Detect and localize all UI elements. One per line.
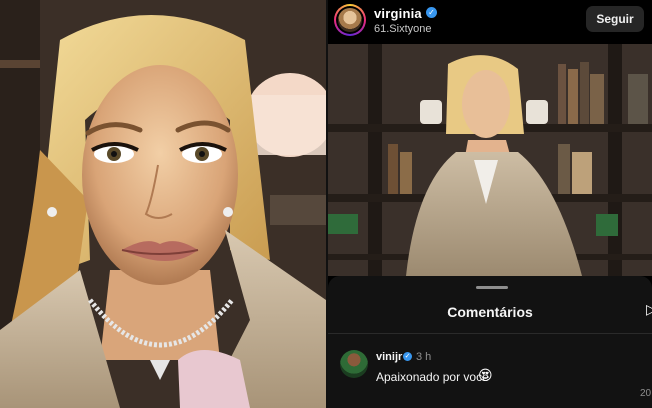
- avatar: [338, 8, 362, 32]
- comment-verified-badge-icon: ✓: [403, 352, 412, 361]
- left-portrait-photo: [0, 0, 326, 408]
- avatar-frame: [336, 6, 364, 34]
- post-username[interactable]: virginia: [374, 6, 422, 21]
- comment-username[interactable]: vinijr: [376, 351, 402, 363]
- story-ring-avatar-icon[interactable]: [334, 4, 366, 36]
- post-subtitle[interactable]: 61.Sixtyone: [374, 23, 431, 35]
- comment-emoji: 😍: [478, 367, 493, 383]
- comment-avatar[interactable]: [340, 350, 368, 378]
- comments-title: Comentários: [447, 304, 533, 320]
- verified-badge-icon: ✓: [426, 7, 437, 18]
- portrait-illustration: [0, 0, 326, 408]
- post-photo-illustration: [328, 44, 652, 276]
- drag-handle[interactable]: [476, 286, 508, 289]
- corner-count: 20: [640, 388, 652, 399]
- comment-text: Apaixonado por você: [376, 370, 489, 384]
- post-header: virginia ✓ 61.Sixtyone Seguir: [328, 0, 652, 44]
- instagram-post-panel: virginia ✓ 61.Sixtyone Seguir Comentário…: [328, 0, 652, 408]
- post-image[interactable]: [328, 44, 652, 276]
- follow-button[interactable]: Seguir: [586, 6, 644, 32]
- comment-timestamp: 3 h: [416, 351, 432, 363]
- sheet-divider: [328, 333, 652, 334]
- comments-sheet: Comentários ▷ vinijr ✓ 3 h Apaixonado po…: [328, 276, 652, 408]
- share-icon[interactable]: ▷: [646, 302, 652, 316]
